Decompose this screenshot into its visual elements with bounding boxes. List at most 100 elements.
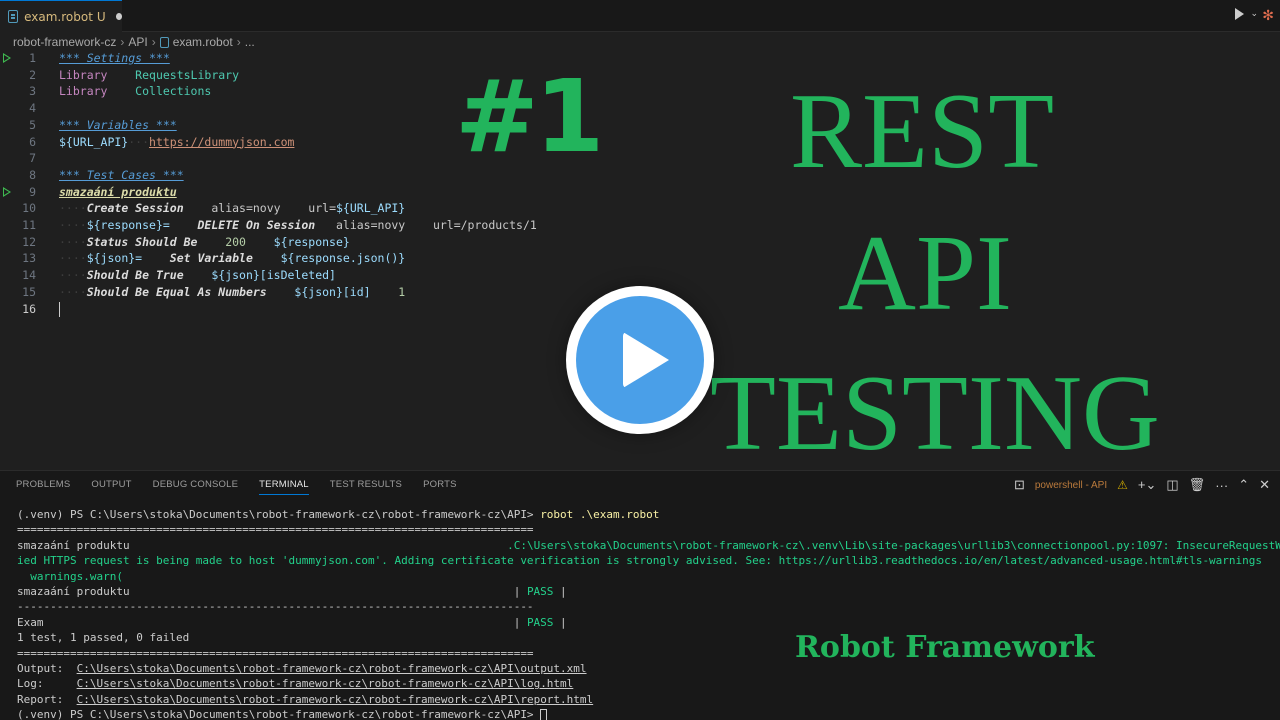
code-token: RequestsLibrary [135, 67, 240, 82]
code-text: ${URL_API}···https://dummyjson.com [59, 134, 294, 151]
tab-terminal[interactable]: TERMINAL [259, 479, 309, 495]
play-icon [623, 332, 669, 388]
chevron-down-icon[interactable]: ⌄ [1250, 9, 1258, 19]
framework-label: Robot Framework [795, 630, 1095, 665]
spark-icon[interactable]: ✻ [1262, 8, 1274, 24]
line-number: 1 [29, 51, 36, 65]
line-number: 12 [22, 234, 36, 249]
add-terminal-icon[interactable]: +⌄ [1138, 477, 1156, 493]
terminal-text: (.venv) PS C:\Users\stoka\Documents\robo… [17, 708, 541, 720]
output-file-link[interactable]: C:\Users\stoka\Documents\robot-framework… [77, 662, 587, 675]
episode-number: #1 [455, 58, 604, 175]
terminal-text: smazaání produktu [17, 538, 508, 552]
chevron-right-icon: › [151, 35, 156, 49]
terminal-name[interactable]: powershell - API [1035, 480, 1107, 491]
more-icon[interactable]: ··· [1215, 478, 1228, 493]
code-token: url= [308, 201, 336, 216]
code-token: ${URL_API} [59, 134, 129, 149]
play-button[interactable] [566, 286, 714, 434]
breadcrumb-item[interactable]: robot-framework-cz [13, 35, 116, 49]
tab-exam-robot[interactable]: exam.robot U [0, 0, 122, 32]
code-line[interactable]: 10 ····Create Session alias=novy url=${UR… [0, 200, 640, 217]
line-number: 8 [29, 167, 36, 182]
line-number: 14 [22, 268, 36, 283]
code-line[interactable]: 15 ····Should Be Equal As Numbers ${json}… [0, 284, 640, 301]
terminal-output[interactable]: (.venv) PS C:\Users\stoka\Documents\robo… [17, 507, 1280, 720]
terminal-text: smazaání produktu | [17, 584, 527, 598]
output-file-link[interactable]: C:\Users\stoka\Documents\robot-framework… [77, 693, 594, 706]
tab-output[interactable]: OUTPUT [91, 479, 131, 495]
code-text: *** Variables *** [59, 117, 177, 134]
code-line[interactable]: 16 [0, 301, 640, 318]
unsaved-dot-icon[interactable] [115, 13, 122, 20]
code-line[interactable]: 14 ····Should Be True ${json}[isDeleted] [0, 267, 640, 284]
code-text: *** Test Cases *** [59, 167, 184, 184]
terminal-line: (.venv) PS C:\Users\stoka\Documents\robo… [17, 707, 1280, 720]
code-line[interactable]: 11 ····${response}= DELETE On Session ali… [0, 217, 640, 234]
line-number: 4 [29, 101, 36, 116]
breadcrumb-item[interactable]: ... [245, 35, 255, 49]
terminal-text: Output: [17, 661, 77, 675]
terminal-text: warnings.warn( [17, 569, 123, 583]
tab-ports[interactable]: PORTS [423, 479, 457, 495]
code-token: ${json}[id] [294, 284, 371, 299]
code-token: ${json}= [86, 251, 143, 266]
code-token: url=/products/1 [432, 218, 537, 232]
line-number: 10 [22, 201, 36, 216]
line-number: 3 [29, 84, 36, 99]
tab-filename: exam.robot [24, 9, 93, 24]
terminal-text: ied HTTPS request is being made to host … [17, 554, 1263, 568]
title-api: API [838, 214, 1013, 333]
panel-tabs: PROBLEMS OUTPUT DEBUG CONSOLE TERMINAL TEST … [16, 479, 457, 495]
code-line[interactable]: 12 ····Status Should Be 200 ${response} [0, 234, 640, 251]
terminal-text: (.venv) PS C:\Users\stoka\Documents\robo… [17, 508, 541, 521]
terminal-text: | [553, 615, 567, 629]
breadcrumb-item[interactable]: exam.robot [173, 35, 233, 49]
terminal-text: ========================================… [17, 646, 534, 660]
terminal-cursor [540, 708, 548, 720]
terminal-line: Report: C:\Users\stoka\Documents\robot-f… [17, 692, 1280, 707]
run-icon[interactable] [1235, 8, 1244, 20]
code-token: smazaání produktu [59, 184, 177, 199]
terminal-line: ----------------------------------------… [17, 599, 1280, 614]
breadcrumb: robot-framework-cz › API › exam.robot › … [13, 34, 255, 50]
code-token: https://dummyjson.com [149, 134, 295, 149]
terminal-line: smazaání produktu | PASS | [17, 584, 1280, 599]
code-token: ${URL_API} [336, 201, 406, 216]
tab-test-results[interactable]: TEST RESULTS [330, 479, 402, 495]
code-text: ····${response}= DELETE On Session alias… [59, 217, 537, 234]
code-text [59, 301, 60, 318]
output-file-link[interactable]: C:\Users\stoka\Documents\robot-framework… [77, 677, 574, 690]
title-rest: REST [790, 72, 1055, 191]
split-terminal-icon[interactable]: ◫ [1166, 477, 1178, 493]
code-line[interactable]: 13 ····${json}= Set Variable ${response.j… [0, 250, 640, 267]
terminal-icon: ⊡ [1013, 477, 1025, 492]
code-token: ···· [59, 284, 87, 299]
code-line[interactable]: 9 smazaání produktu [0, 184, 640, 201]
close-icon[interactable]: ✕ [1259, 477, 1270, 493]
tab-debug-console[interactable]: DEBUG CONSOLE [153, 479, 238, 495]
trash-icon[interactable]: 🗑 [1189, 477, 1206, 493]
warning-icon[interactable]: ⚠ [1117, 478, 1128, 492]
tab-problems[interactable]: PROBLEMS [16, 479, 70, 495]
chevron-right-icon: › [120, 35, 125, 49]
tab-git-status: U [96, 9, 106, 24]
code-token: ${json}[isDeleted] [211, 268, 336, 283]
maximize-icon[interactable]: ⌃ [1238, 477, 1249, 493]
terminal-text: PASS [526, 584, 554, 598]
code-token: Collections [135, 84, 212, 99]
code-token: alias=novy [211, 201, 281, 216]
code-token: 1 [398, 284, 406, 299]
code-token: alias=novy [335, 218, 406, 232]
terminal-text: 1 test, 1 passed, 0 failed [17, 631, 190, 645]
breadcrumb-item[interactable]: API [128, 35, 147, 49]
code-text: *** Settings *** [59, 50, 170, 67]
code-token: *** Settings *** [59, 51, 170, 65]
line-number: 6 [29, 134, 36, 149]
